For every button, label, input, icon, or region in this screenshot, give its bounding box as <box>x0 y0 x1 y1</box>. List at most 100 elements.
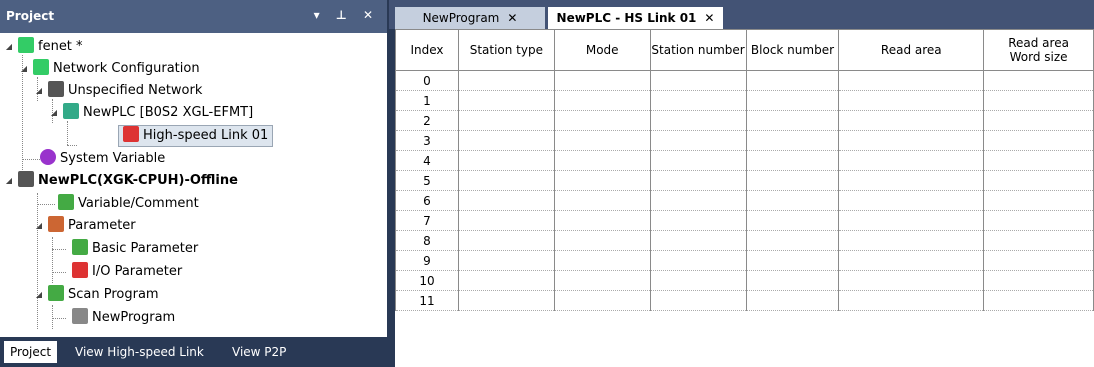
table-cell[interactable] <box>745 70 840 91</box>
column-header[interactable]: Station type <box>457 29 555 71</box>
table-cell[interactable] <box>838 90 985 111</box>
tree-item-io-parameter[interactable]: I/O Parameter <box>72 261 182 283</box>
table-cell[interactable] <box>983 290 1094 311</box>
table-cell[interactable] <box>745 250 840 271</box>
table-cell[interactable] <box>457 90 555 111</box>
row-index-cell[interactable]: 9 <box>395 250 459 271</box>
table-cell[interactable] <box>745 230 840 251</box>
row-index-cell[interactable]: 0 <box>395 70 459 91</box>
table-cell[interactable] <box>745 90 840 111</box>
table-row[interactable]: 7 <box>395 210 1094 231</box>
tab-project[interactable]: Project <box>4 341 58 363</box>
table-cell[interactable] <box>649 70 747 91</box>
table-row[interactable]: 0 <box>395 70 1094 91</box>
row-index-cell[interactable]: 3 <box>395 130 459 151</box>
table-cell[interactable] <box>983 170 1094 191</box>
table-cell[interactable] <box>553 250 651 271</box>
close-icon[interactable]: ✕ <box>507 11 517 25</box>
collapse-icon[interactable]: ◢ <box>4 170 14 192</box>
table-cell[interactable] <box>745 290 840 311</box>
column-header[interactable]: Station number <box>649 29 747 71</box>
tree-item-network-configuration[interactable]: ◢ Network Configuration <box>19 58 200 80</box>
table-cell[interactable] <box>745 150 840 171</box>
row-index-cell[interactable]: 1 <box>395 90 459 111</box>
table-cell[interactable] <box>457 270 555 291</box>
table-cell[interactable] <box>457 110 555 131</box>
table-cell[interactable] <box>553 210 651 231</box>
table-row[interactable]: 3 <box>395 130 1094 151</box>
table-cell[interactable] <box>983 90 1094 111</box>
table-cell[interactable] <box>983 70 1094 91</box>
tree-item-system-variable[interactable]: System Variable <box>40 148 165 170</box>
table-row[interactable]: 6 <box>395 190 1094 211</box>
table-cell[interactable] <box>553 70 651 91</box>
tab-newplc-hs-link-01[interactable]: NewPLC - HS Link 01 ✕ <box>548 7 723 29</box>
collapse-icon[interactable]: ◢ <box>19 58 29 80</box>
table-row[interactable]: 1 <box>395 90 1094 111</box>
pane-window-buttons[interactable]: ▾ ⊥ ✕ <box>314 8 379 22</box>
table-cell[interactable] <box>838 270 985 291</box>
table-cell[interactable] <box>553 170 651 191</box>
tree-item-variable-comment[interactable]: Variable/Comment <box>58 193 199 215</box>
table-cell[interactable] <box>838 150 985 171</box>
table-cell[interactable] <box>457 210 555 231</box>
table-row[interactable]: 4 <box>395 150 1094 171</box>
column-header[interactable]: Mode <box>553 29 651 71</box>
table-cell[interactable] <box>649 90 747 111</box>
table-row[interactable]: 11 <box>395 290 1094 311</box>
close-icon[interactable]: ✕ <box>704 11 714 25</box>
column-header[interactable]: Read area Word size <box>983 29 1094 71</box>
table-cell[interactable] <box>983 150 1094 171</box>
table-cell[interactable] <box>838 110 985 131</box>
tree-item-newprogram[interactable]: NewProgram <box>72 307 175 329</box>
table-cell[interactable] <box>838 190 985 211</box>
tree-item-unspecified-network[interactable]: ◢ Unspecified Network <box>34 80 202 102</box>
table-cell[interactable] <box>457 130 555 151</box>
table-cell[interactable] <box>649 290 747 311</box>
table-cell[interactable] <box>838 130 985 151</box>
table-cell[interactable] <box>649 170 747 191</box>
column-header[interactable]: Index <box>395 29 459 71</box>
table-cell[interactable] <box>983 230 1094 251</box>
table-cell[interactable] <box>457 70 555 91</box>
table-cell[interactable] <box>745 190 840 211</box>
table-cell[interactable] <box>457 190 555 211</box>
table-row[interactable]: 8 <box>395 230 1094 251</box>
table-row[interactable]: 9 <box>395 250 1094 271</box>
tree-item-newplc-station[interactable]: ◢ NewPLC [B0S2 XGL-EFMT] <box>49 102 253 124</box>
tab-newprogram[interactable]: NewProgram ✕ <box>395 7 545 29</box>
collapse-icon[interactable]: ◢ <box>49 102 59 124</box>
table-cell[interactable] <box>983 210 1094 231</box>
tab-view-p2p[interactable]: View P2P <box>226 341 292 363</box>
table-cell[interactable] <box>649 230 747 251</box>
table-cell[interactable] <box>553 270 651 291</box>
table-cell[interactable] <box>649 210 747 231</box>
tree-item-scan-program[interactable]: ◢ Scan Program <box>34 284 159 306</box>
row-index-cell[interactable]: 5 <box>395 170 459 191</box>
tree-item-parameter[interactable]: ◢ Parameter <box>34 215 136 237</box>
table-cell[interactable] <box>745 210 840 231</box>
table-cell[interactable] <box>553 290 651 311</box>
table-row[interactable]: 10 <box>395 270 1094 291</box>
table-row[interactable]: 5 <box>395 170 1094 191</box>
table-cell[interactable] <box>983 110 1094 131</box>
table-cell[interactable] <box>649 190 747 211</box>
table-cell[interactable] <box>983 270 1094 291</box>
table-cell[interactable] <box>649 250 747 271</box>
tree-item-fenet[interactable]: ◢ fenet * <box>4 36 83 58</box>
table-cell[interactable] <box>553 130 651 151</box>
collapse-icon[interactable]: ◢ <box>34 80 44 102</box>
table-cell[interactable] <box>983 130 1094 151</box>
table-cell[interactable] <box>553 150 651 171</box>
collapse-icon[interactable]: ◢ <box>34 284 44 306</box>
row-index-cell[interactable]: 8 <box>395 230 459 251</box>
table-cell[interactable] <box>745 170 840 191</box>
table-cell[interactable] <box>457 290 555 311</box>
table-cell[interactable] <box>838 210 985 231</box>
table-cell[interactable] <box>838 290 985 311</box>
table-cell[interactable] <box>838 170 985 191</box>
tree-item-newplc-offline[interactable]: ◢ NewPLC(XGK-CPUH)-Offline <box>4 170 238 192</box>
table-cell[interactable] <box>553 230 651 251</box>
table-cell[interactable] <box>649 270 747 291</box>
table-row[interactable]: 2 <box>395 110 1094 131</box>
